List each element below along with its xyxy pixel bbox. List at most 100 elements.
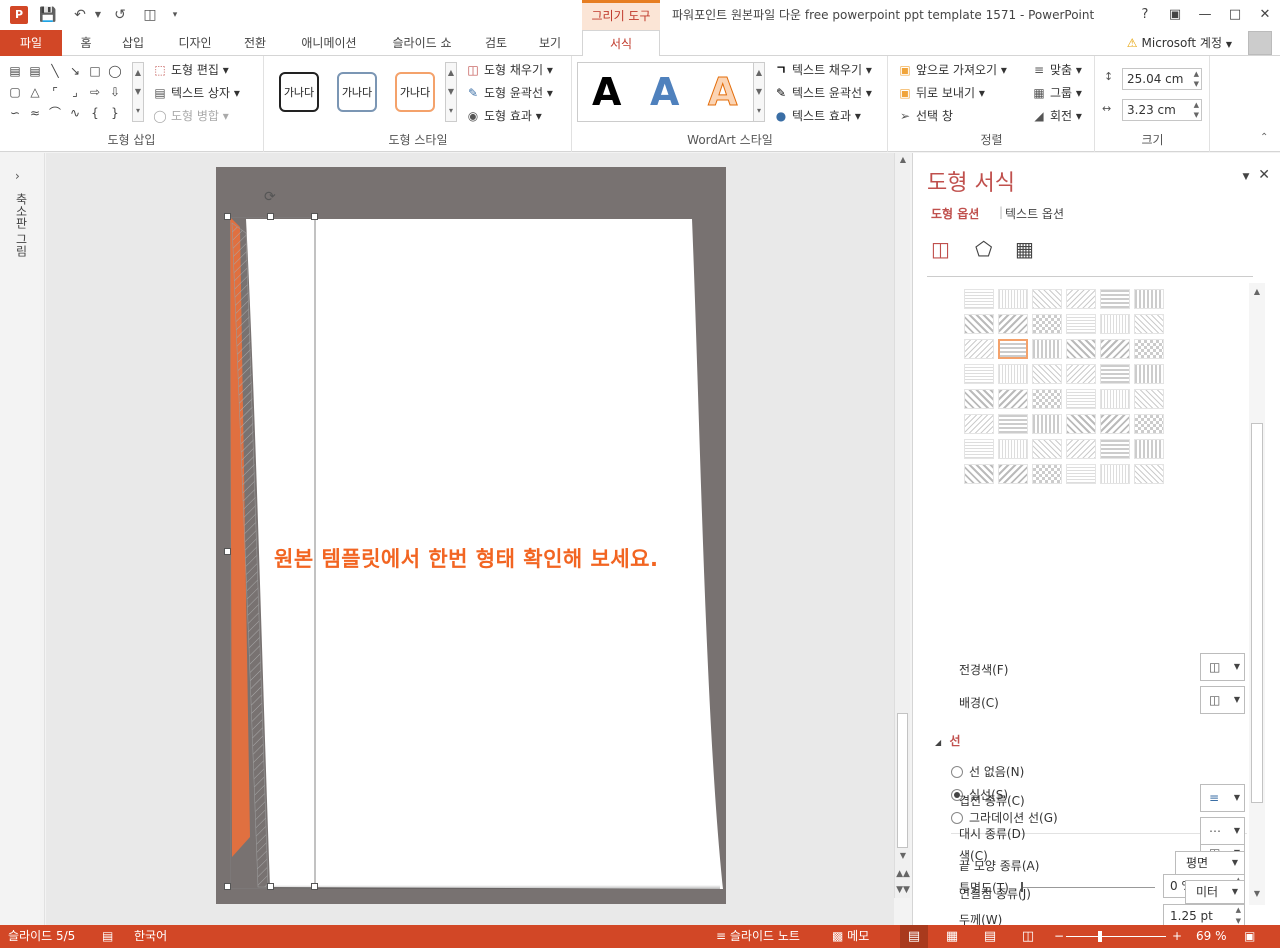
spinner-arrows-icon[interactable]: ▲▼ [1194, 69, 1199, 89]
previous-slide-icon[interactable]: ▲▲ [895, 869, 911, 879]
pattern-swatch[interactable] [998, 389, 1028, 409]
pattern-swatch[interactable] [1066, 364, 1096, 384]
selection-pane-button[interactable]: ➢ 선택 창 [897, 106, 953, 126]
curve-shape-icon[interactable]: ∿ [66, 104, 84, 122]
arrow-line-shape-icon[interactable]: ↘ [66, 62, 84, 80]
undo-dropdown-icon[interactable]: ▼ [88, 5, 108, 25]
line-none-radio[interactable]: 선 없음(N) [951, 763, 1024, 780]
right-arrow-shape-icon[interactable]: ⇨ [86, 83, 104, 101]
shape-fill-button[interactable]: ◫ 도형 채우기 ▾ [465, 60, 553, 80]
pattern-swatch[interactable] [1032, 464, 1062, 484]
reading-view-icon[interactable]: ▤ [976, 925, 1004, 948]
pattern-swatch[interactable] [1032, 414, 1062, 434]
pattern-swatch[interactable] [964, 339, 994, 359]
tab-file[interactable]: 파일 [0, 30, 62, 56]
join-type-select[interactable]: 미터 ▼ [1185, 880, 1245, 904]
avatar[interactable] [1248, 31, 1272, 55]
shape-height-input[interactable]: 25.04 cm ▲ ▼ [1122, 68, 1202, 90]
wordart-style-blue[interactable]: A [650, 67, 679, 117]
size-properties-icon[interactable]: ▦ [1015, 237, 1034, 261]
scroll-down-icon[interactable]: ▼ [1249, 889, 1265, 898]
left-brace-shape-icon[interactable]: { [86, 104, 104, 122]
ribbon-display-options-icon[interactable]: ▣ [1160, 0, 1190, 30]
resize-handle-bottom-right[interactable] [311, 883, 318, 890]
pattern-swatch[interactable] [1134, 289, 1164, 309]
pattern-swatch[interactable] [1066, 389, 1096, 409]
canvas-scrollbar[interactable]: ▲ ▼ ▲▲ ▼▼ [894, 153, 910, 898]
pattern-swatch[interactable] [1100, 339, 1130, 359]
pattern-swatch[interactable] [964, 289, 994, 309]
zoom-level[interactable]: 69 % [1196, 925, 1227, 948]
pattern-swatch[interactable] [1066, 464, 1096, 484]
shape-style-2[interactable]: 가나다 [337, 72, 377, 112]
pattern-swatch[interactable] [1032, 339, 1062, 359]
account-menu[interactable]: ⚠ Microsoft 계정 ▼ [1127, 30, 1232, 56]
pattern-swatch[interactable] [1100, 464, 1130, 484]
pattern-swatch[interactable] [964, 389, 994, 409]
pattern-swatch[interactable] [1066, 314, 1096, 334]
pattern-swatch[interactable] [964, 414, 994, 434]
pattern-swatch[interactable] [1134, 439, 1164, 459]
zoom-out-button[interactable]: − [1054, 925, 1064, 948]
zoom-slider[interactable] [1066, 936, 1166, 937]
pattern-swatch[interactable] [1134, 464, 1164, 484]
resize-handle-top[interactable] [267, 213, 274, 220]
customize-qat-icon[interactable]: ▾ [165, 5, 185, 25]
maximize-icon[interactable]: □ [1220, 0, 1250, 30]
textbox-shape-icon[interactable]: ▤ [6, 62, 24, 80]
text-fill-button[interactable]: ㄱ 텍스트 채우기 ▾ [773, 60, 871, 80]
next-slide-icon[interactable]: ▼▼ [895, 885, 911, 895]
pattern-swatch[interactable] [964, 314, 994, 334]
tab-format[interactable]: 서식 [582, 30, 660, 57]
save-icon[interactable]: 💾 [38, 5, 58, 25]
comments-button[interactable]: ▩ 메모 [832, 925, 869, 948]
scroll-up-icon[interactable]: ▲ [895, 155, 911, 164]
normal-view-icon[interactable]: ▤ [900, 925, 928, 948]
wordart-gallery-scroll[interactable]: ▲ ▼ ▾ [753, 62, 765, 122]
foreground-color-button[interactable]: ◫ ▼ [1200, 653, 1245, 681]
tab-insert[interactable]: 삽입 [112, 30, 154, 56]
pattern-swatch[interactable] [1134, 339, 1164, 359]
resize-handle-bottom[interactable] [267, 883, 274, 890]
fit-to-window-icon[interactable]: ▣ [1244, 925, 1255, 948]
shape-style-gallery-scroll[interactable]: ▲ ▼ ▾ [445, 62, 457, 122]
fill-line-icon[interactable]: ◫ [931, 237, 950, 261]
close-icon[interactable]: ✕ [1250, 0, 1280, 30]
language-indicator[interactable]: 한국어 [134, 925, 167, 948]
pattern-swatch[interactable] [1100, 314, 1130, 334]
bring-forward-button[interactable]: ▣ 앞으로 가져오기 ▾ [897, 60, 1007, 80]
undo-icon[interactable]: ↶ [70, 5, 90, 25]
send-backward-button[interactable]: ▣ 뒤로 보내기 ▾ [897, 83, 985, 103]
pattern-swatch[interactable] [998, 339, 1028, 359]
redo-icon[interactable]: ↺ [110, 5, 130, 25]
spell-check-icon[interactable]: ▤ [102, 925, 113, 948]
rectangle-shape-icon[interactable]: □ [86, 62, 104, 80]
shape-style-1[interactable]: 가나다 [279, 72, 319, 112]
rounded-rectangle-shape-icon[interactable]: ▢ [6, 83, 24, 101]
pattern-swatch[interactable] [1100, 389, 1130, 409]
zoom-slider-knob[interactable] [1098, 931, 1102, 942]
pattern-swatch[interactable] [998, 314, 1028, 334]
tab-shape-options[interactable]: 도형 옵션 [931, 205, 979, 222]
slide-sorter-view-icon[interactable]: ▦ [938, 925, 966, 948]
cap-type-select[interactable]: 평면 ▼ [1175, 851, 1245, 875]
pattern-swatch[interactable] [998, 289, 1028, 309]
shape-effects-button[interactable]: ◉ 도형 효과 ▾ [465, 106, 542, 126]
dash-type-button[interactable]: ⋯ ▼ [1200, 817, 1245, 845]
pattern-swatch[interactable] [1066, 289, 1096, 309]
scroll-up-icon[interactable]: ▲ [1249, 287, 1265, 296]
group-button[interactable]: ▦ 그룹 ▾ [1031, 83, 1082, 103]
pattern-swatch[interactable] [998, 364, 1028, 384]
shape-outline-button[interactable]: ✎ 도형 윤곽선 ▾ [465, 83, 553, 103]
resize-handle-top-left[interactable] [224, 213, 231, 220]
wordart-style-orange[interactable]: A [707, 67, 737, 117]
oval-shape-icon[interactable]: ◯ [106, 62, 124, 80]
pane-scrollbar[interactable]: ▲ ▼ [1249, 283, 1265, 905]
zoom-in-button[interactable]: + [1172, 925, 1182, 948]
pattern-swatch[interactable] [1100, 439, 1130, 459]
line-shape-icon[interactable]: ╲ [46, 62, 64, 80]
text-box-button[interactable]: ▤ 텍스트 상자 ▾ [152, 83, 240, 103]
compound-type-button[interactable]: ≡ ▼ [1200, 784, 1245, 812]
line-gradient-radio[interactable]: 그라데이션 선(G) [951, 809, 1058, 826]
pattern-swatch[interactable] [1134, 364, 1164, 384]
